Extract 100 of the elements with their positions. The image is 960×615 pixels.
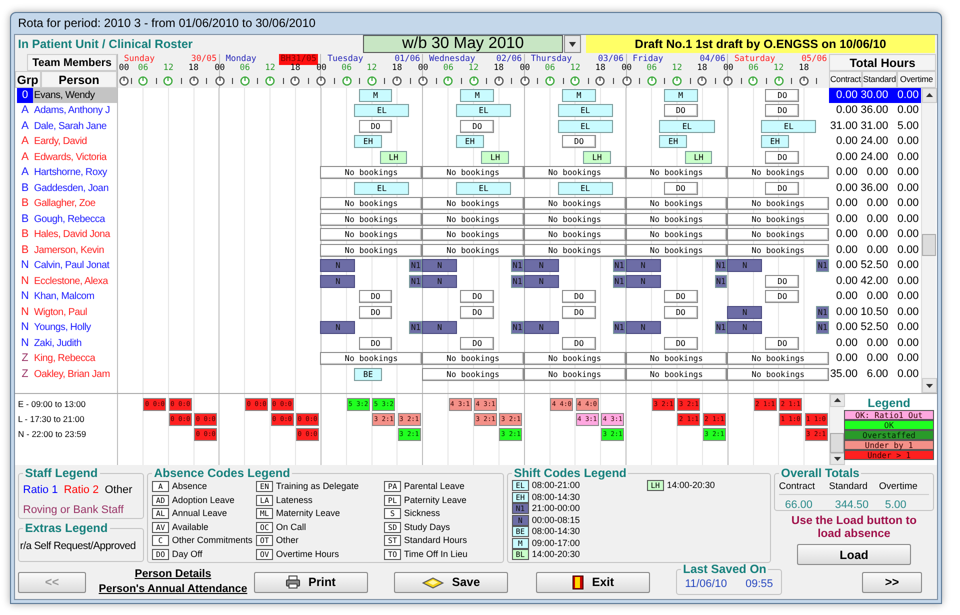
shift-block[interactable]: EH — [761, 135, 789, 148]
week-selector[interactable]: w/b 30 May 2010 — [363, 35, 563, 54]
no-bookings-cell[interactable]: No bookings — [727, 244, 829, 257]
shift-block[interactable]: N — [727, 259, 762, 272]
shift-block[interactable]: DO — [562, 306, 596, 319]
shift-block[interactable]: EL — [558, 182, 613, 195]
no-bookings-cell[interactable]: No bookings — [320, 228, 422, 242]
shift-block[interactable]: N — [422, 321, 458, 334]
shift-block[interactable]: N — [626, 274, 661, 288]
shift-block[interactable]: EL — [354, 104, 410, 118]
person-name[interactable]: Oakley, Brian Jam — [33, 366, 117, 382]
shift-block[interactable]: DO — [664, 182, 698, 195]
person-name[interactable]: King, Rebecca — [33, 351, 117, 367]
shift-block[interactable]: N — [626, 321, 661, 334]
shift-block[interactable]: DO — [358, 290, 392, 304]
scroll-up-button[interactable] — [830, 394, 845, 407]
shift-block[interactable]: N — [422, 274, 458, 288]
shift-block[interactable]: M — [358, 88, 392, 102]
shift-block[interactable]: DO — [460, 306, 494, 319]
shift-block[interactable]: DO — [358, 336, 392, 350]
shift-block[interactable]: N — [320, 274, 356, 288]
person-name[interactable]: Jamerson, Kevin — [33, 242, 117, 258]
no-bookings-cell[interactable]: No bookings — [727, 166, 829, 180]
scroll-up-button[interactable] — [922, 88, 937, 103]
shift-block[interactable]: LH — [583, 150, 611, 164]
shift-block[interactable]: EL — [558, 104, 613, 118]
exit-button[interactable]: Exit — [536, 572, 650, 593]
shift-block[interactable]: LH — [481, 150, 510, 164]
no-bookings-cell[interactable]: No bookings — [320, 212, 422, 226]
person-name[interactable]: Eardy, David — [33, 134, 117, 150]
person-name[interactable]: Gallagher, Zoe — [33, 196, 117, 212]
person-name[interactable]: Wigton, Paul — [33, 304, 117, 320]
shift-block[interactable]: N1 — [409, 321, 422, 334]
shift-block[interactable]: EL — [659, 120, 715, 133]
shift-block[interactable]: M — [664, 88, 698, 102]
no-bookings-cell[interactable]: No bookings — [626, 352, 728, 366]
shift-block[interactable]: M — [460, 88, 494, 102]
shift-block[interactable]: DO — [460, 290, 494, 304]
shift-block[interactable]: N1 — [409, 274, 422, 288]
person-name[interactable]: Zaki, Judith — [33, 336, 117, 352]
link[interactable]: Person Details — [134, 567, 212, 582]
person-name[interactable]: Hartshorne, Roxy — [33, 165, 117, 181]
no-bookings-cell[interactable]: No bookings — [727, 228, 829, 242]
no-bookings-cell[interactable]: No bookings — [626, 197, 728, 210]
shift-block[interactable]: N — [727, 306, 762, 319]
no-bookings-cell[interactable]: No bookings — [727, 212, 829, 226]
no-bookings-cell[interactable]: No bookings — [524, 352, 626, 366]
person-name[interactable]: Calvin, Paul Jonat — [33, 258, 117, 274]
shift-block[interactable]: N — [422, 259, 458, 272]
shift-block[interactable]: DO — [562, 135, 596, 148]
person-name[interactable]: Ecclestone, Alexa — [33, 274, 117, 290]
no-bookings-cell[interactable]: No bookings — [524, 368, 626, 381]
scroll-down-button[interactable] — [922, 378, 937, 394]
dropdown-button[interactable] — [564, 35, 581, 54]
no-bookings-cell[interactable]: No bookings — [626, 244, 728, 257]
shift-block[interactable]: N1 — [409, 259, 422, 272]
shift-block[interactable]: M — [562, 88, 596, 102]
shift-block[interactable]: N — [626, 259, 661, 272]
shift-block[interactable]: DO — [664, 104, 698, 118]
person-name[interactable]: Gaddesden, Joan — [33, 180, 117, 196]
no-bookings-cell[interactable]: No bookings — [320, 197, 422, 210]
no-bookings-cell[interactable]: No bookings — [422, 244, 524, 257]
no-bookings-cell[interactable]: No bookings — [422, 352, 524, 366]
no-bookings-cell[interactable]: No bookings — [422, 197, 524, 210]
shift-block[interactable]: LH — [684, 150, 712, 164]
shift-block[interactable]: EL — [761, 120, 816, 133]
shift-block[interactable]: DO — [765, 336, 800, 350]
shift-block[interactable]: N — [320, 259, 356, 272]
shift-block[interactable]: N — [524, 259, 559, 272]
shift-block[interactable]: DO — [765, 274, 800, 288]
shift-block[interactable]: DO — [562, 290, 596, 304]
shift-block[interactable]: BE — [354, 368, 382, 381]
no-bookings-cell[interactable]: No bookings — [727, 197, 829, 210]
shift-block[interactable]: N1 — [612, 274, 626, 288]
no-bookings-cell[interactable]: No bookings — [626, 228, 728, 242]
person-name[interactable]: Evans, Wendy — [33, 88, 117, 104]
no-bookings-cell[interactable]: No bookings — [422, 166, 524, 180]
shift-block[interactable]: N — [727, 321, 762, 334]
person-name[interactable]: Adams, Anthony J — [33, 103, 117, 119]
no-bookings-cell[interactable]: No bookings — [524, 228, 626, 242]
shift-block[interactable]: DO — [765, 290, 800, 304]
shift-block[interactable]: DO — [358, 120, 392, 133]
no-bookings-cell[interactable]: No bookings — [727, 352, 829, 366]
shift-block[interactable]: N1 — [511, 321, 524, 334]
shift-block[interactable]: LH — [380, 150, 408, 164]
scrollbar[interactable] — [921, 88, 936, 394]
print-button[interactable]: Print — [254, 572, 368, 593]
no-bookings-cell[interactable]: No bookings — [422, 368, 524, 381]
scrollbar-thumb[interactable] — [922, 234, 936, 256]
person-name[interactable]: Hales, David Jona — [33, 227, 117, 243]
shift-block[interactable]: N1 — [816, 306, 829, 319]
no-bookings-cell[interactable]: No bookings — [524, 197, 626, 210]
no-bookings-cell[interactable]: No bookings — [422, 212, 524, 226]
shift-block[interactable]: N1 — [714, 274, 728, 288]
shift-block[interactable]: N — [320, 321, 356, 334]
shift-block[interactable]: DO — [664, 290, 698, 304]
shift-block[interactable]: DO — [460, 336, 494, 350]
shift-block[interactable]: N1 — [816, 321, 829, 334]
shift-block[interactable]: DO — [562, 336, 596, 350]
shift-block[interactable]: N1 — [511, 274, 524, 288]
